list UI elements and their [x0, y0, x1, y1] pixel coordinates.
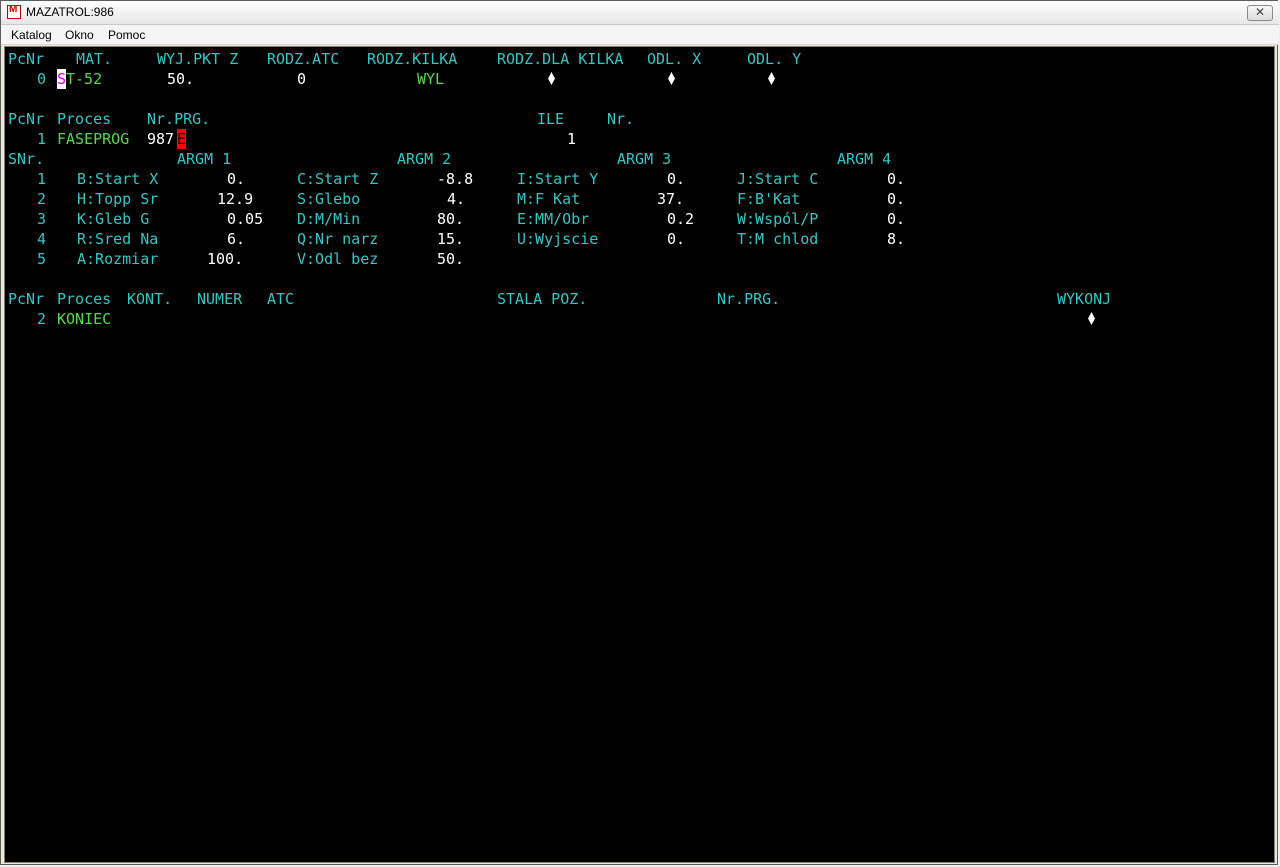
- arg-value[interactable]: -8.8: [437, 169, 473, 189]
- col-header-proces: Proces: [57, 290, 112, 308]
- close-button[interactable]: ✕: [1247, 5, 1273, 21]
- arg-label: T:M chlod: [737, 230, 819, 248]
- menu-pomoc[interactable]: Pomoc: [108, 28, 145, 42]
- title-bar[interactable]: MAZATROL:986 ✕: [1, 1, 1279, 25]
- col-header-wyj-pkt-z: WYJ.PKT Z: [157, 50, 239, 68]
- col-header-pcnr: PcNr: [8, 290, 45, 308]
- arg-label: K:Gleb G: [77, 210, 150, 228]
- arg-label: J:Start C: [737, 170, 819, 188]
- arg-label: C:Start Z: [297, 170, 379, 188]
- menu-bar: Katalog Okno Pomoc: [1, 25, 1279, 45]
- col-header-proces: Proces: [57, 110, 112, 128]
- col-header-rodz-kilka: RODZ.KILKA: [367, 50, 458, 68]
- wyj-pkt-z-value[interactable]: 50.: [167, 69, 194, 89]
- arg-snr: 1: [37, 170, 47, 188]
- arg-value[interactable]: 100.: [207, 249, 243, 269]
- arg-label: S:Glebo: [297, 190, 361, 208]
- diamond-marker-icon[interactable]: [548, 72, 555, 85]
- row-pcnr: 2: [37, 310, 47, 328]
- row-pcnr: 1: [37, 130, 47, 148]
- arg-value[interactable]: 80.: [437, 209, 464, 229]
- arg-label: W:Wspól/P: [737, 210, 819, 228]
- col-header-odl-x: ODL. X: [647, 50, 702, 68]
- col-header-nr-prg: Nr.PRG.: [717, 290, 781, 308]
- arg-label: D:M/Min: [297, 210, 361, 228]
- arg-value[interactable]: 4.: [447, 189, 465, 209]
- arg-label: B:Start X: [77, 170, 159, 188]
- rodz-kilka-value[interactable]: WYL: [417, 69, 444, 89]
- diamond-marker-icon[interactable]: [668, 72, 675, 85]
- diamond-marker-icon[interactable]: [768, 72, 775, 85]
- col-header-nr: Nr.: [607, 110, 635, 128]
- arg-snr: 2: [37, 190, 47, 208]
- menu-okno[interactable]: Okno: [65, 28, 94, 42]
- arg-value[interactable]: 0.05: [227, 209, 263, 229]
- edit-cursor[interactable]: S: [57, 69, 67, 89]
- col-header-mat: MAT.: [76, 50, 113, 68]
- arg-label: V:Odl bez: [297, 250, 379, 268]
- col-header-numer: NUMER: [197, 290, 243, 308]
- col-header-argm-4: ARGM 4: [837, 150, 892, 168]
- arg-value[interactable]: 6.: [227, 229, 245, 249]
- col-header-ile: ILE: [537, 110, 565, 128]
- col-header-snr: SNr.: [8, 150, 45, 168]
- row-pcnr: 0: [37, 70, 47, 88]
- rodz-atc-value[interactable]: 0: [297, 69, 306, 89]
- arg-value[interactable]: 15.: [437, 229, 464, 249]
- arg-value[interactable]: 0.: [667, 169, 685, 189]
- cnc-program-screen[interactable]: PcNr MAT. WYJ.PKT Z RODZ.ATC RODZ.KILKA …: [4, 46, 1275, 863]
- col-header-pcnr: PcNr: [8, 50, 45, 68]
- col-header-argm-3: ARGM 3: [617, 150, 672, 168]
- window-title: MAZATROL:986: [26, 5, 114, 19]
- col-header-stala-poz: STALA POZ.: [497, 290, 588, 308]
- col-header-argm-2: ARGM 2: [397, 150, 452, 168]
- arg-value[interactable]: 0.: [887, 169, 905, 189]
- col-header-odl-y: ODL. Y: [747, 50, 802, 68]
- col-header-atc: ATC: [267, 290, 295, 308]
- arg-label: E:MM/Obr: [517, 210, 590, 228]
- mazatrol-app-icon[interactable]: [7, 4, 21, 19]
- arg-value[interactable]: 12.9: [217, 189, 253, 209]
- col-header-kont: KONT.: [127, 290, 173, 308]
- arg-label: U:Wyjscie: [517, 230, 599, 248]
- col-header-rodz-dla-kilka: RODZ.DLA KILKA: [497, 50, 624, 68]
- arg-snr: 4: [37, 230, 47, 248]
- arg-value[interactable]: 50.: [437, 249, 464, 269]
- col-header-wykonj: WYKONJ: [1057, 290, 1112, 308]
- arg-value[interactable]: 0.: [887, 209, 905, 229]
- process-name[interactable]: KONIEC: [57, 309, 111, 329]
- arg-label: A:Rozmiar: [77, 250, 159, 268]
- nr-prg-value[interactable]: 987: [147, 129, 174, 149]
- arg-value[interactable]: 37.: [657, 189, 684, 209]
- arg-label: Q:Nr narz: [297, 230, 379, 248]
- arg-snr: 3: [37, 210, 47, 228]
- arg-label: I:Start Y: [517, 170, 599, 188]
- arg-value[interactable]: 8.: [887, 229, 905, 249]
- col-header-nr-prg: Nr.PRG.: [147, 110, 211, 128]
- arg-label: H:Topp Sr: [77, 190, 159, 208]
- col-header-argm-1: ARGM 1: [177, 150, 232, 168]
- arg-value[interactable]: 0.: [227, 169, 245, 189]
- material-value[interactable]: T-52: [66, 69, 102, 89]
- arg-label: F:B'Kat: [737, 190, 801, 208]
- app-window: MAZATROL:986 ✕ Katalog Okno Pomoc PcNr M…: [0, 0, 1279, 865]
- col-header-pcnr: PcNr: [8, 110, 45, 128]
- arg-label: R:Sred Na: [77, 230, 159, 248]
- arg-value[interactable]: 0.: [667, 229, 685, 249]
- arg-value[interactable]: 0.: [887, 189, 905, 209]
- arg-snr: 5: [37, 250, 47, 268]
- diamond-marker-icon[interactable]: [1088, 312, 1095, 325]
- col-header-rodz-atc: RODZ.ATC: [267, 50, 340, 68]
- ile-value[interactable]: 1: [567, 129, 576, 149]
- arg-value[interactable]: 0.2: [667, 209, 694, 229]
- menu-katalog[interactable]: Katalog: [11, 28, 52, 42]
- arg-label: M:F Kat: [517, 190, 581, 208]
- edit-cursor[interactable]: E: [177, 129, 187, 149]
- process-name[interactable]: FASEPROG: [57, 129, 129, 149]
